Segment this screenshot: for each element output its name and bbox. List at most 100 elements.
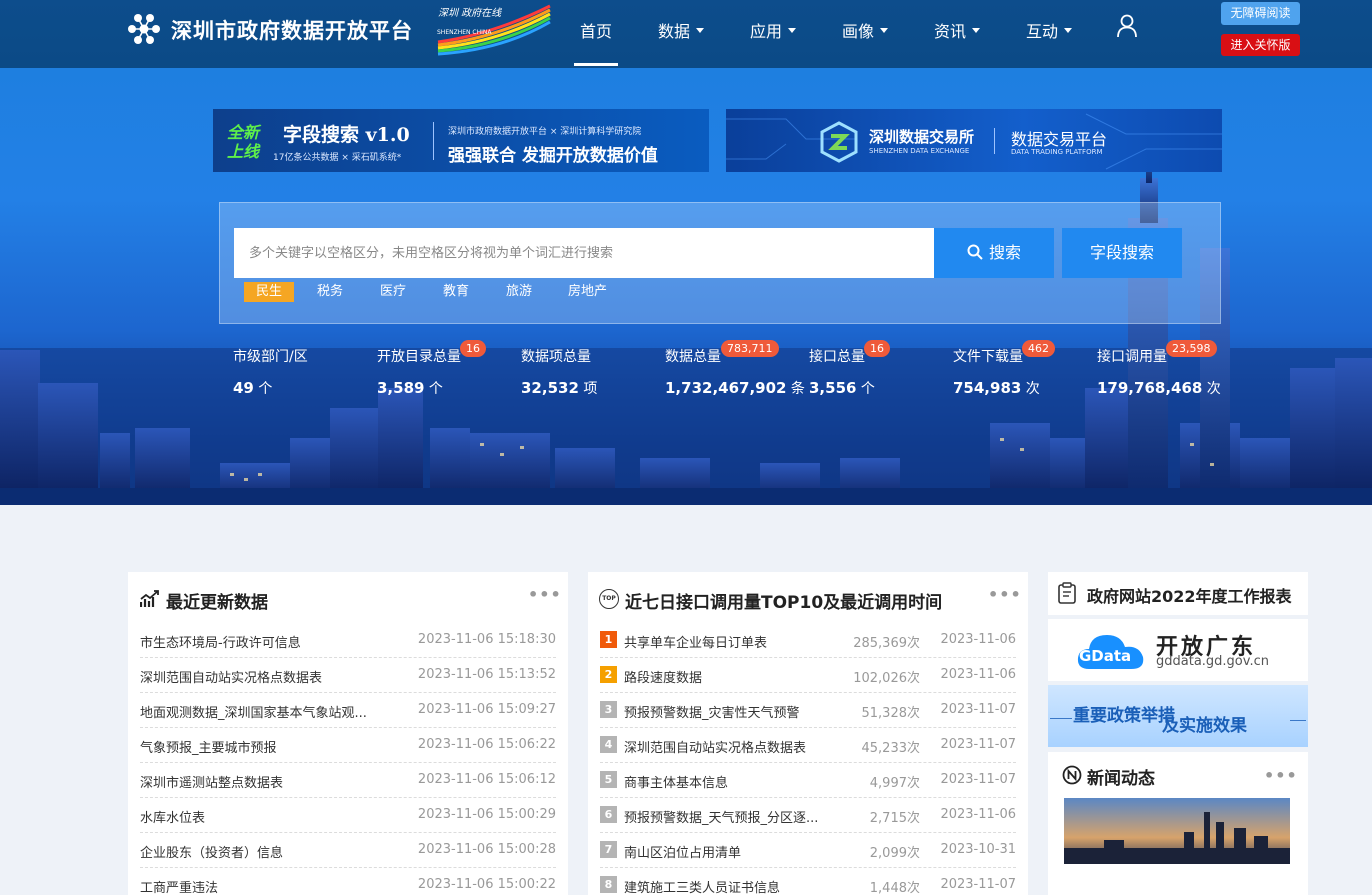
stat-catalog-label: 开放目录总量 <box>377 349 461 365</box>
recent-updates-more-button[interactable]: ••• <box>528 585 562 604</box>
tag-tax[interactable]: 税务 <box>317 282 343 302</box>
top10-more-button[interactable]: ••• <box>988 585 1022 604</box>
field-search-banner-title: 字段搜索 v1.0 <box>283 124 410 146</box>
top10-title: 近七日接口调用量TOP10及最近调用时间 <box>625 593 943 613</box>
rank-badge: 6 <box>600 806 617 823</box>
nav-active-indicator <box>574 63 618 66</box>
caret-down-icon <box>696 28 705 33</box>
policy-title-b: 及实施效果 <box>1162 716 1247 736</box>
table-row[interactable]: 7 南山区泊位占用清单 2,099次 2023-10-31 <box>600 833 1016 868</box>
table-row[interactable]: 1 共享单车企业每日订单表 285,369次 2023-11-06 <box>600 623 1016 658</box>
stat-departments-value: 49 个 <box>233 379 273 397</box>
rank-badge: 1 <box>600 631 617 648</box>
table-row[interactable]: 深圳范围自动站实况格点数据表 2023-11-06 15:13:52 <box>140 658 556 693</box>
field-search-button[interactable]: 字段搜索 <box>1062 228 1182 278</box>
trend-chart-icon <box>140 590 159 607</box>
nav-portrait[interactable]: 画像 <box>842 18 889 42</box>
caret-down-icon <box>972 28 981 33</box>
policy-title-a: 重要政策举措 <box>1073 706 1175 726</box>
stat-data-total-label: 数据总量 <box>665 349 721 365</box>
exchange-name-en: SHENZHEN DATA EXCHANGE <box>869 147 970 155</box>
rank-badge: 5 <box>600 771 617 788</box>
stat-downloads-label: 文件下载量 <box>953 349 1023 365</box>
stat-api-calls-label: 接口调用量 <box>1097 349 1167 365</box>
table-row[interactable]: 8 建筑施工三类人员证书信息 1,448次 2023-11-07 <box>600 868 1016 895</box>
search-button[interactable]: 搜索 <box>934 228 1054 278</box>
table-row[interactable]: 4 深圳范围自动站实况格点数据表 45,233次 2023-11-07 <box>600 728 1016 763</box>
stat-departments-label: 市级部门/区 <box>233 349 308 365</box>
nav-apps[interactable]: 应用 <box>750 18 797 42</box>
table-row[interactable]: 气象预报_主要城市预报 2023-11-06 15:06:22 <box>140 728 556 763</box>
rank-badge: 7 <box>600 841 617 858</box>
stat-api-total-value: 3,556 个 <box>809 379 875 397</box>
accessibility-button[interactable]: 无障碍阅读 <box>1221 2 1300 25</box>
stat-data-total-value: 1,732,467,902 条 <box>665 379 805 397</box>
rank-badge: 4 <box>600 736 617 753</box>
tag-real-estate[interactable]: 房地产 <box>568 282 607 302</box>
stat-catalog-badge: 16 <box>460 340 486 357</box>
brand-bottom-text: SHENZHEN CHINA <box>437 29 492 36</box>
table-row[interactable]: 水库水位表 2023-11-06 15:00:29 <box>140 798 556 833</box>
news-title: 新闻动态 <box>1087 769 1155 789</box>
tag-education[interactable]: 教育 <box>443 282 469 302</box>
new-launch-badge: 全新上线 <box>227 123 260 161</box>
stat-api-total-badge: 16 <box>864 340 890 357</box>
exchange-logo-icon <box>820 121 858 163</box>
banner-divider <box>994 128 995 154</box>
table-row[interactable]: 6 预报预警数据_天气预报_分区逐... 2,715次 2023-11-06 <box>600 798 1016 833</box>
report-document-icon <box>1058 582 1076 604</box>
stat-api-calls-badge: 23,598 <box>1166 340 1217 357</box>
tag-livelihood[interactable]: 民生 <box>244 282 295 302</box>
site-title[interactable]: 深圳市政府数据开放平台 <box>171 15 413 45</box>
table-row[interactable]: 5 商事主体基本信息 4,997次 2023-11-07 <box>600 763 1016 798</box>
nav-news[interactable]: 资讯 <box>934 18 981 42</box>
tag-tourism[interactable]: 旅游 <box>506 282 532 302</box>
stat-catalog-value: 3,589 个 <box>377 379 443 397</box>
table-row[interactable]: 工商严重违法 2023-11-06 15:00:22 <box>140 868 556 895</box>
annual-report-title[interactable]: 政府网站2022年度工作报表 <box>1087 583 1292 607</box>
table-row[interactable]: 企业股东（投资者）信息 2023-11-06 15:00:28 <box>140 833 556 868</box>
stat-api-total-label: 接口总量 <box>809 349 865 365</box>
platform-logo-icon <box>128 14 160 44</box>
care-mode-button[interactable]: 进入关怀版 <box>1221 34 1300 56</box>
caret-down-icon <box>1064 28 1073 33</box>
nav-interact[interactable]: 互动 <box>1026 18 1073 42</box>
rank-badge: 2 <box>600 666 617 683</box>
stat-data-items-label: 数据项总量 <box>521 349 591 365</box>
table-row[interactable]: 深圳市遥测站整点数据表 2023-11-06 15:06:12 <box>140 763 556 798</box>
stat-downloads-badge: 462 <box>1022 340 1055 357</box>
exchange-name: 深圳数据交易所 <box>869 128 975 146</box>
top-badge-icon: TOP <box>599 589 619 609</box>
table-row[interactable]: 3 预报预警数据_灾害性天气预警 51,328次 2023-11-07 <box>600 693 1016 728</box>
nav-home[interactable]: 首页 <box>580 18 612 42</box>
tag-medical[interactable]: 医疗 <box>380 282 406 302</box>
policy-line-right <box>1290 720 1306 721</box>
table-row[interactable]: 地面观测数据_深圳国家基本气象站观... 2023-11-06 15:09:27 <box>140 693 556 728</box>
field-search-banner-orgs: 深圳市政府数据开放平台 × 深圳计算科学研究院 <box>448 127 642 137</box>
caret-down-icon <box>880 28 889 33</box>
news-icon <box>1062 765 1082 785</box>
nav-data[interactable]: 数据 <box>658 18 705 42</box>
news-more-button[interactable]: ••• <box>1264 766 1298 785</box>
trading-platform-title: 数据交易平台 <box>1011 130 1108 149</box>
brand-top-text: 深圳 政府在线 <box>438 8 502 19</box>
policy-line-left <box>1050 718 1072 719</box>
gdata-badge-text: GData <box>1079 647 1132 665</box>
user-icon[interactable] <box>1116 14 1138 38</box>
table-row[interactable]: 2 路段速度数据 102,026次 2023-11-06 <box>600 658 1016 693</box>
caret-down-icon <box>788 28 797 33</box>
field-search-banner-subtitle: 17亿条公共数据 × 采石矶系统* <box>273 153 402 163</box>
search-input[interactable] <box>234 228 934 278</box>
recent-updates-title: 最近更新数据 <box>166 593 268 613</box>
stat-data-total-badge: 783,711 <box>721 340 779 357</box>
rank-badge: 8 <box>600 876 617 893</box>
table-row[interactable]: 市生态环境局-行政许可信息 2023-11-06 15:18:30 <box>140 623 556 658</box>
news-thumbnail-image[interactable] <box>1064 798 1290 864</box>
banner-divider <box>433 122 434 160</box>
trading-platform-title-en: DATA TRADING PLATFORM <box>1011 148 1103 156</box>
rank-badge: 3 <box>600 701 617 718</box>
stat-downloads-value: 754,983 次 <box>953 379 1040 397</box>
search-icon <box>967 244 983 260</box>
open-guangdong-url: gddata.gd.gov.cn <box>1156 654 1269 669</box>
field-search-banner-slogan: 强强联合 发掘开放数据价值 <box>448 146 658 166</box>
